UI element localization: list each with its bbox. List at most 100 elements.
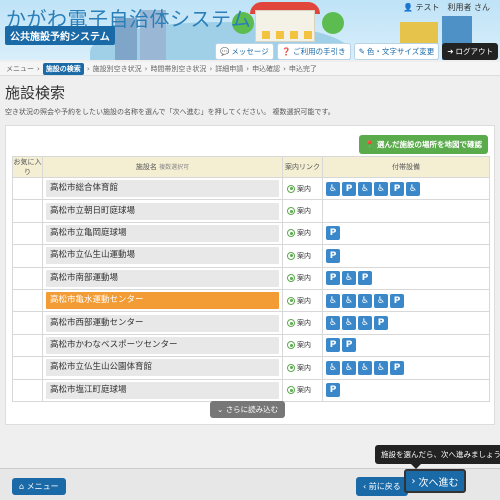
map-link[interactable]: 案内	[283, 184, 322, 194]
facility-name-cell[interactable]: 高松市かわなベスポーツセンター	[42, 333, 283, 358]
table-row[interactable]: 高松市かわなベスポーツセンター 案内 P P	[12, 333, 490, 358]
facility-name[interactable]: 高松市総合体育館	[46, 180, 279, 198]
favorite-cell[interactable]	[12, 221, 43, 246]
map-link-cell: 案内	[282, 266, 323, 290]
accessibility-icon: ♿	[342, 271, 356, 286]
location-icon	[287, 319, 295, 328]
facility-name[interactable]: 高松市立仏生山運動場	[46, 247, 279, 265]
facility-name[interactable]: 高松市亀水運動センター	[46, 292, 279, 310]
parking-icon: P	[358, 271, 372, 286]
accessibility-icon: ♿	[326, 293, 340, 308]
facility-name-cell[interactable]: 高松市西部運動センター	[42, 311, 283, 335]
favorite-cell[interactable]	[12, 266, 43, 290]
facility-name[interactable]: 高松市立朝日町庭球場	[46, 202, 279, 220]
page-instruction: 空き状況の照会や予約をしたい施設の名称を選んで「次へ進む」を押してください。 複…	[5, 108, 335, 116]
breadcrumb-separator: ›	[144, 64, 148, 73]
map-link-cell: 案内	[282, 199, 323, 223]
map-link[interactable]: 案内	[283, 385, 322, 395]
facility-table-body: 高松市総合体育館 案内 ♿ P ♿ ♿ P ♿ 高松市立朝日町庭球場 案内 高松市立亀岡庭球場 案内 P…	[12, 176, 490, 402]
map-check-button[interactable]: 📍 選んだ施設の場所を地図で確認	[359, 135, 488, 154]
breadcrumb-menu[interactable]: メニュー	[6, 64, 34, 74]
parking-icon: P	[326, 271, 340, 286]
table-row[interactable]: 高松市塩江町庭球場 案内 P	[12, 378, 490, 402]
next-button[interactable]: › 次へ進む	[404, 469, 466, 493]
header-facility-name: 施設名 複数選択可	[42, 156, 283, 178]
header-buttons: 💬 メッセージ ❓ ご利用の手引き ✎ 色・文字サイズ変更 ➜ ログアウト	[215, 43, 498, 60]
parking-icon: P	[326, 248, 340, 263]
map-link-cell: 案内	[282, 288, 323, 313]
facility-name[interactable]: 高松市南部運動場	[46, 269, 279, 287]
logout-button[interactable]: ➜ ログアウト	[442, 43, 498, 60]
favorite-cell[interactable]	[12, 288, 43, 313]
table-row[interactable]: 高松市立仏生山公園体育館 案内 ♿ ♿ ♿ ♿ P	[12, 356, 490, 380]
table-row[interactable]: 高松市立朝日町庭球場 案内	[12, 199, 490, 223]
facility-search-panel: 📍 選んだ施設の場所を地図で確認 お気に入り 施設名 複数選択可 案内リンク 付…	[5, 125, 495, 425]
back-button[interactable]: ‹ 前に戻る	[356, 477, 408, 496]
guide-button[interactable]: ❓ ご利用の手引き	[276, 43, 351, 60]
breadcrumb-separator: ›	[86, 64, 90, 73]
facility-name[interactable]: 高松市塩江町庭球場	[46, 381, 279, 399]
map-link-cell: 案内	[282, 176, 323, 201]
table-row[interactable]: 高松市西部運動センター 案内 ♿ ♿ ♿ P	[12, 311, 490, 335]
accessibility-icon: ♿	[342, 293, 356, 308]
header-equipment: 付帯設備	[322, 156, 490, 178]
favorite-cell[interactable]	[12, 356, 43, 380]
favorite-cell[interactable]	[12, 176, 43, 201]
message-button[interactable]: 💬 メッセージ	[215, 43, 274, 60]
facility-name-cell[interactable]: 高松市塩江町庭球場	[42, 378, 283, 402]
facility-name-cell[interactable]: 高松市総合体育館	[42, 176, 283, 201]
header-facility-name-sub: 複数選択可	[159, 164, 190, 171]
map-link[interactable]: 案内	[283, 228, 322, 238]
next-tooltip: 施設を選んだら、次へ進みましょう。	[375, 445, 500, 469]
equipment-cell: ♿ ♿ ♿ ♿ P	[322, 288, 490, 313]
facility-name[interactable]: 高松市立仏生山公園体育館	[46, 359, 279, 377]
favorite-cell[interactable]	[12, 244, 43, 268]
breadcrumb-confirm: 申込確認	[252, 64, 281, 73]
map-link-label: 案内	[297, 184, 311, 193]
facility-name-cell[interactable]: 高松市立朝日町庭球場	[42, 199, 283, 223]
map-link[interactable]: 案内	[283, 296, 322, 306]
table-row[interactable]: 高松市南部運動場 案内 P ♿ P	[12, 266, 490, 290]
facility-name[interactable]: 高松市西部運動センター	[46, 314, 279, 332]
load-more-button[interactable]: ⌄ さらに読み込む	[210, 401, 286, 418]
accessibility-icon: ♿	[326, 316, 340, 331]
accessibility-icon: ♿	[358, 293, 372, 308]
map-link-cell: 案内	[282, 311, 323, 335]
facility-name[interactable]: 高松市立亀岡庭球場	[46, 224, 279, 242]
facility-name-cell[interactable]: 高松市立仏生山運動場	[42, 244, 283, 268]
map-pin-icon: 📍	[365, 140, 375, 149]
breadcrumb-separator: ›	[209, 64, 213, 73]
map-link[interactable]: 案内	[283, 318, 322, 328]
facility-name-cell[interactable]: 高松市立亀岡庭球場	[42, 221, 283, 246]
table-row[interactable]: 高松市総合体育館 案内 ♿ P ♿ ♿ P ♿	[12, 176, 490, 201]
breadcrumb-separator: ›	[246, 64, 250, 73]
menu-button[interactable]: ⌂ メニュー	[12, 478, 66, 495]
site-subtitle: 公共施設予約システム	[5, 26, 115, 45]
favorite-cell[interactable]	[12, 378, 43, 402]
guide-label: ご利用の手引き	[293, 47, 346, 56]
facility-name-cell[interactable]: 高松市亀水運動センター	[42, 288, 283, 313]
table-row[interactable]: 高松市立仏生山運動場 案内 P	[12, 244, 490, 268]
map-link[interactable]: 案内	[283, 363, 322, 373]
table-row[interactable]: 高松市立亀岡庭球場 案内 P	[12, 221, 490, 246]
map-link[interactable]: 案内	[283, 340, 322, 350]
facility-name-cell[interactable]: 高松市立仏生山公園体育館	[42, 356, 283, 380]
map-link[interactable]: 案内	[283, 206, 322, 216]
favorite-cell[interactable]	[12, 199, 43, 223]
table-row[interactable]: 高松市亀水運動センター 案内 ♿ ♿ ♿ ♿ P	[12, 288, 490, 313]
map-link-label: 案内	[297, 386, 311, 395]
favorite-cell[interactable]	[12, 333, 43, 358]
facility-name[interactable]: 高松市かわなベスポーツセンター	[46, 336, 279, 354]
facility-name-cell[interactable]: 高松市南部運動場	[42, 266, 283, 290]
map-link[interactable]: 案内	[283, 251, 322, 261]
map-link-label: 案内	[297, 341, 311, 350]
logout-icon: ➜	[447, 47, 454, 56]
equipment-cell: ♿ P ♿ ♿ P ♿	[322, 176, 490, 201]
breadcrumb-time-availability: 時間帯別空き状況	[150, 64, 207, 73]
map-link[interactable]: 案内	[283, 273, 322, 283]
breadcrumb-separator: ›	[37, 64, 40, 73]
accessibility-icon: ♿	[342, 360, 356, 375]
color-size-button[interactable]: ✎ 色・文字サイズ変更	[353, 43, 440, 60]
header-facility-name-label: 施設名	[135, 163, 157, 171]
favorite-cell[interactable]	[12, 311, 43, 335]
